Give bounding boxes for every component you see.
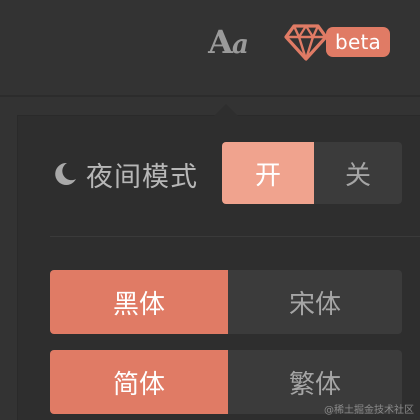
panel-caret: [214, 104, 238, 116]
script-option-simplified[interactable]: 简体: [50, 350, 228, 414]
top-toolbar: Aa beta: [0, 0, 420, 95]
toolbar-divider: [0, 95, 420, 97]
night-mode-on-option[interactable]: 开: [222, 142, 314, 204]
font-settings-button[interactable]: Aa: [200, 22, 256, 62]
font-settings-icon: Aa: [208, 23, 249, 61]
gem-icon: [284, 24, 328, 61]
beta-badge: beta: [326, 27, 390, 57]
night-mode-label: 夜间模式: [86, 161, 198, 193]
gem-beta-button[interactable]: beta: [284, 22, 394, 62]
font-option-heiti[interactable]: 黑体: [50, 270, 228, 334]
night-mode-row: 夜间模式: [50, 156, 198, 193]
font-icon-small-a: a: [231, 30, 249, 60]
watermark: @稀土掘金技术社区: [324, 405, 414, 416]
font-face-selector: 黑体 宋体: [50, 270, 402, 334]
font-option-songti[interactable]: 宋体: [228, 270, 402, 334]
reader-settings-screen: Aa beta 夜间模式 开 关 黑体 宋体 简体 繁体 @稀土掘金技术社区: [0, 0, 420, 420]
moon-icon: [55, 162, 76, 185]
night-mode-toggle: 开 关: [222, 142, 402, 204]
settings-divider: [50, 236, 420, 237]
night-mode-off-option[interactable]: 关: [314, 142, 402, 204]
font-icon-big-a: A: [208, 23, 233, 61]
